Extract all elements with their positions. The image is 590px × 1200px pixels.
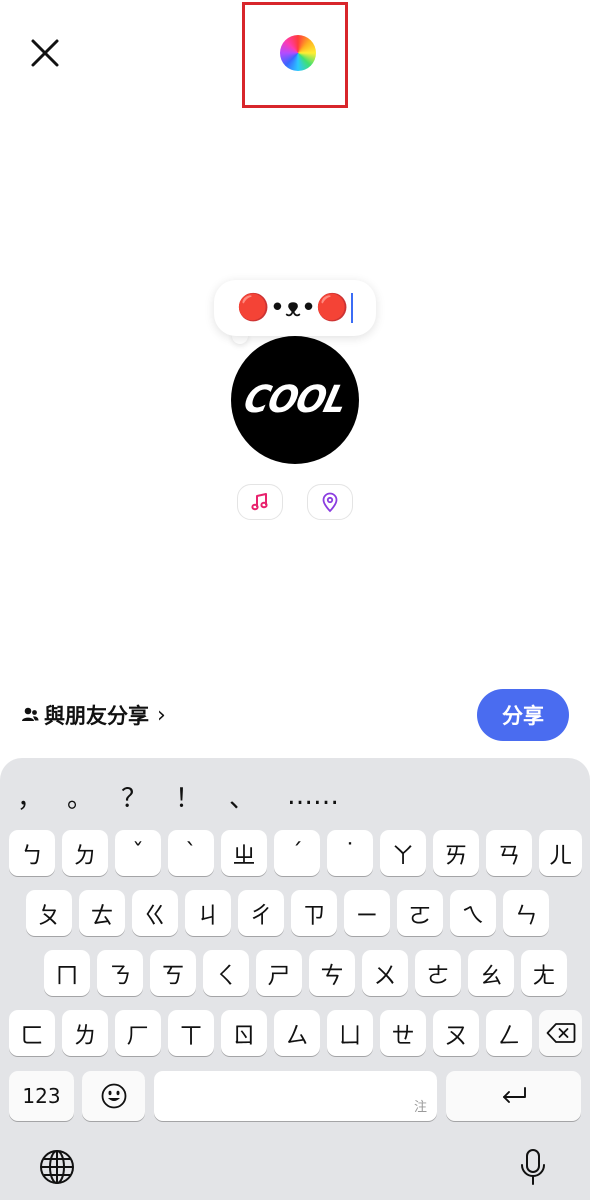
bopomofo-key[interactable]: ㄧ xyxy=(344,890,390,936)
note-text: 🔴•ᴥ•🔴 xyxy=(237,293,349,323)
share-audience-selector[interactable]: 與朋友分享 › xyxy=(20,700,166,730)
bopomofo-key[interactable]: ㄨ xyxy=(362,950,408,996)
chevron-right-icon: › xyxy=(157,702,166,728)
close-icon xyxy=(31,39,59,67)
friends-icon xyxy=(22,707,39,721)
tone-key[interactable]: ˊ xyxy=(274,830,320,876)
space-key-hint: 注 xyxy=(413,1100,427,1115)
bopomofo-key[interactable]: ㄕ xyxy=(256,950,302,996)
punct-key[interactable]: 。 xyxy=(60,776,100,816)
bopomofo-key[interactable]: ㄣ xyxy=(503,890,549,936)
color-picker-highlight xyxy=(242,2,348,108)
bopomofo-key[interactable]: ㄓ xyxy=(221,830,267,876)
bopomofo-key[interactable]: ㄑ xyxy=(203,950,249,996)
globe-button[interactable] xyxy=(35,1145,79,1189)
location-pin-icon xyxy=(322,492,338,513)
bopomofo-key[interactable]: ㄋ xyxy=(97,950,143,996)
backspace-icon xyxy=(546,1023,575,1043)
share-button[interactable]: 分享 xyxy=(477,689,569,741)
emoji-key[interactable] xyxy=(82,1071,145,1121)
bopomofo-key[interactable]: ㄒ xyxy=(168,1010,214,1056)
space-key[interactable]: 注 xyxy=(154,1071,437,1121)
color-picker-button[interactable] xyxy=(280,35,316,71)
emoji-icon xyxy=(101,1083,126,1109)
bopomofo-key[interactable]: ㄖ xyxy=(221,1010,267,1056)
bopomofo-key[interactable]: ㄐ xyxy=(185,890,231,936)
punct-key[interactable]: ！ xyxy=(168,776,208,816)
share-audience-label: 與朋友分享 xyxy=(44,704,149,728)
bopomofo-key[interactable]: ㄍ xyxy=(132,890,178,936)
bopomofo-key[interactable]: ㄩ xyxy=(327,1010,373,1056)
punct-key[interactable]: ？ xyxy=(114,776,154,816)
bopomofo-key[interactable]: ㄔ xyxy=(238,890,284,936)
bopomofo-key[interactable]: ㄊ xyxy=(79,890,125,936)
bopomofo-key[interactable]: ㄗ xyxy=(291,890,337,936)
bopomofo-key[interactable]: ㄦ xyxy=(539,830,582,876)
bopomofo-key[interactable]: ㄏ xyxy=(115,1010,161,1056)
bopomofo-key[interactable]: ㄆ xyxy=(26,890,72,936)
bopomofo-key[interactable]: ㄈ xyxy=(9,1010,55,1056)
bopomofo-key[interactable]: ㄡ xyxy=(433,1010,479,1056)
bopomofo-key[interactable]: ㄘ xyxy=(309,950,355,996)
tone-key[interactable]: ˋ xyxy=(168,830,214,876)
close-button[interactable] xyxy=(26,34,64,72)
bopomofo-key[interactable]: ㄚ xyxy=(380,830,426,876)
bopomofo-key[interactable]: ㄥ xyxy=(486,1010,532,1056)
bopomofo-key[interactable]: ㄉ xyxy=(62,830,108,876)
bopomofo-key[interactable]: ㄙ xyxy=(274,1010,320,1056)
dictation-button[interactable] xyxy=(511,1145,555,1189)
tone-key[interactable]: ˙ xyxy=(327,830,373,876)
avatar: COOL xyxy=(231,336,359,464)
tone-key[interactable]: ˇ xyxy=(115,830,161,876)
return-icon xyxy=(502,1087,526,1103)
backspace-key[interactable] xyxy=(539,1010,582,1056)
numbers-key[interactable]: 123 xyxy=(9,1071,74,1121)
bopomofo-key[interactable]: ㄝ xyxy=(380,1010,426,1056)
music-note-icon xyxy=(251,493,268,511)
punct-key[interactable]: …… xyxy=(276,776,350,816)
add-music-button[interactable] xyxy=(237,484,283,520)
punctuation-row: ， 。 ？ ！ 、 …… xyxy=(0,776,590,816)
bopomofo-key[interactable]: ㄅ xyxy=(9,830,55,876)
avatar-logo-text: COOL xyxy=(239,378,351,422)
text-cursor xyxy=(350,293,353,323)
bopomofo-key[interactable]: ㄟ xyxy=(450,890,496,936)
bopomofo-key[interactable]: ㄌ xyxy=(62,1010,108,1056)
return-key[interactable] xyxy=(446,1071,581,1121)
bopomofo-key[interactable]: ㄤ xyxy=(521,950,567,996)
punct-key[interactable]: ， xyxy=(10,776,50,816)
add-location-button[interactable] xyxy=(307,484,353,520)
bopomofo-key[interactable]: ㄞ xyxy=(433,830,479,876)
bopomofo-key[interactable]: ㄇ xyxy=(44,950,90,996)
note-bubble[interactable]: 🔴•ᴥ•🔴 xyxy=(214,280,376,336)
bopomofo-key[interactable]: ㄜ xyxy=(415,950,461,996)
bopomofo-key[interactable]: ㄎ xyxy=(150,950,196,996)
bopomofo-key[interactable]: ㄠ xyxy=(468,950,514,996)
globe-icon xyxy=(40,1150,74,1184)
microphone-icon xyxy=(521,1149,545,1185)
punct-key[interactable]: 、 xyxy=(222,776,262,816)
bopomofo-key[interactable]: ㄛ xyxy=(397,890,443,936)
bopomofo-key[interactable]: ㄢ xyxy=(486,830,532,876)
